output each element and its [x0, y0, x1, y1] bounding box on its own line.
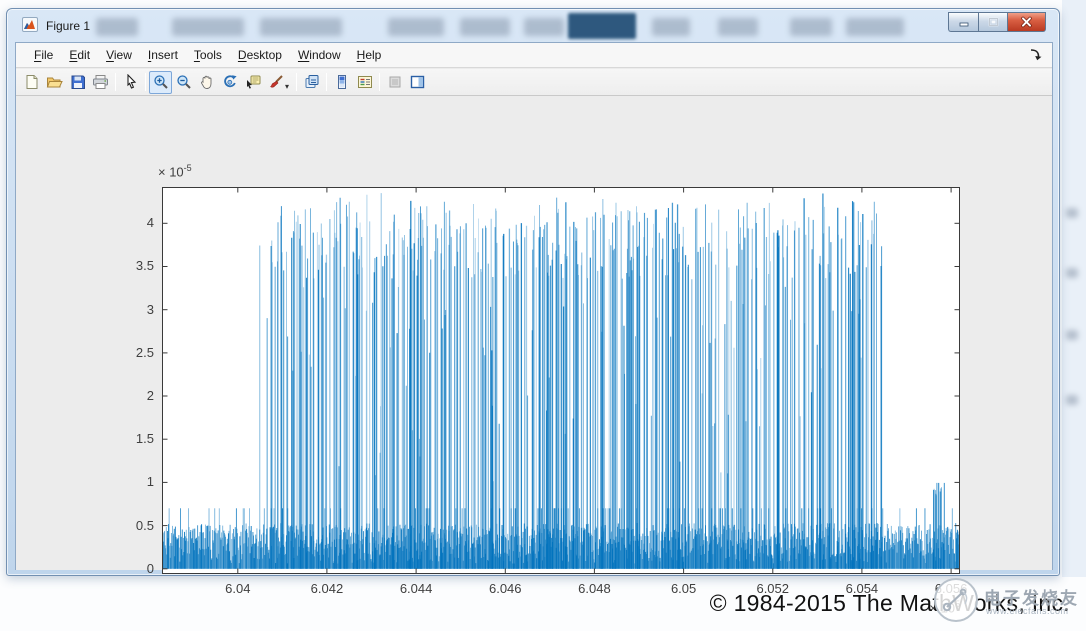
link-plot-button[interactable]: [300, 71, 323, 94]
menu-window[interactable]: Window: [290, 44, 349, 66]
background-artifact: [1066, 268, 1078, 278]
matlab-figure-icon: [22, 17, 38, 32]
menu-insert[interactable]: Insert: [140, 44, 186, 66]
toolbar-separator: [379, 73, 380, 91]
x-tick-label: 6.04: [208, 581, 268, 596]
show-plot-tools-button[interactable]: [406, 71, 429, 94]
blurred-background-tab: [524, 18, 564, 36]
show-plot-tools-icon: [410, 75, 425, 89]
y-tick-label: 1.5: [104, 431, 154, 446]
blurred-background-tab: [172, 18, 244, 36]
menu-file[interactable]: File: [26, 44, 61, 66]
x-tick-label: 6.042: [297, 581, 357, 596]
edit-plot-button[interactable]: [119, 71, 142, 94]
brush-button[interactable]: [264, 71, 287, 94]
figure-client-area: File Edit View Insert Tools Desktop Wind…: [15, 42, 1053, 570]
pan-button[interactable]: [195, 71, 218, 94]
save-figure-button[interactable]: [66, 71, 89, 94]
blurred-background-tab: [388, 18, 444, 36]
new-figure-icon: [24, 74, 40, 90]
x-tick-label: 6.044: [386, 581, 446, 596]
print-button[interactable]: [89, 71, 112, 94]
zoom-out-button[interactable]: [172, 71, 195, 94]
screenshot-stage: Figure 1: [0, 0, 1086, 631]
y-axis-exponent: × 10-5: [158, 163, 192, 179]
desktop-background-strip: [1062, 0, 1086, 577]
brush-dropdown-caret[interactable]: ▾: [285, 82, 289, 91]
window-titlebar[interactable]: Figure 1: [8, 10, 1058, 42]
blurred-background-tab: [718, 18, 758, 36]
blurred-background-tab: [260, 18, 342, 36]
rotate-3d-button[interactable]: [218, 71, 241, 94]
window-title: Figure 1: [46, 19, 90, 33]
blurred-background-tab: [846, 18, 904, 36]
x-tick-label: 6.05: [654, 581, 714, 596]
blurred-background-tab: [652, 18, 690, 36]
window-controls: [948, 12, 1046, 32]
insert-colorbar-icon: [336, 74, 348, 90]
toolbar-separator: [145, 73, 146, 91]
toolbar-separator: [326, 73, 327, 91]
open-file-icon: [46, 74, 63, 90]
zoom-in-button[interactable]: [149, 71, 172, 94]
toolbar-separator: [115, 73, 116, 91]
data-cursor-icon: [245, 74, 261, 90]
y-tick-label: 0: [104, 561, 154, 576]
open-file-button[interactable]: [43, 71, 66, 94]
brush-icon: [268, 74, 284, 90]
link-plot-icon: [304, 74, 320, 90]
figure-canvas: 6.046.0426.0446.0466.0486.056.0526.0546.…: [16, 97, 1052, 570]
mathworks-copyright: © 1984-2015 The MathWorks, Inc.: [710, 590, 1070, 617]
figure-window: Figure 1: [6, 8, 1060, 576]
background-artifact: [1066, 208, 1078, 218]
background-artifact: [1066, 330, 1078, 340]
menu-desktop[interactable]: Desktop: [230, 44, 290, 66]
blurred-background-tab: [96, 18, 138, 36]
hide-plot-tools-button[interactable]: [383, 71, 406, 94]
insert-legend-icon: [357, 74, 373, 90]
data-cursor-button[interactable]: [241, 71, 264, 94]
y-tick-label: 3.5: [104, 258, 154, 273]
toolbar: ▾: [16, 69, 1052, 96]
edit-plot-icon: [124, 74, 138, 90]
y-tick-label: 4: [104, 215, 154, 230]
close-icon: [1020, 16, 1033, 28]
blurred-background-tab: [790, 18, 832, 36]
plot-axes[interactable]: [162, 187, 960, 574]
y-tick-label: 3: [104, 302, 154, 317]
dock-figure-arrow-icon[interactable]: [1028, 47, 1044, 63]
minimize-icon: [958, 16, 970, 28]
close-button[interactable]: [1008, 12, 1046, 32]
restore-button[interactable]: [978, 12, 1008, 32]
blurred-background-active-tab: [568, 13, 636, 39]
menu-help[interactable]: Help: [349, 44, 390, 66]
menu-view[interactable]: View: [98, 44, 140, 66]
zoom-out-icon: [176, 74, 192, 90]
y-tick-label: 2: [104, 388, 154, 403]
zoom-in-icon: [153, 74, 169, 90]
background-artifact: [1066, 395, 1078, 405]
restore-icon: [987, 16, 1000, 28]
minimize-button[interactable]: [948, 12, 978, 32]
y-tick-label: 1: [104, 474, 154, 489]
hide-plot-tools-icon: [388, 75, 402, 89]
insert-colorbar-button[interactable]: [330, 71, 353, 94]
y-tick-label: 2.5: [104, 345, 154, 360]
y-tick-label: 0.5: [104, 518, 154, 533]
x-tick-label: 6.046: [475, 581, 535, 596]
pan-icon: [199, 74, 215, 90]
menu-edit[interactable]: Edit: [61, 44, 98, 66]
toolbar-separator: [296, 73, 297, 91]
blurred-background-tab: [460, 18, 510, 36]
x-tick-label: 6.048: [564, 581, 624, 596]
rotate-3d-icon: [222, 74, 238, 90]
save-figure-icon: [70, 74, 86, 90]
menu-bar: File Edit View Insert Tools Desktop Wind…: [16, 43, 1052, 68]
print-icon: [92, 74, 109, 90]
new-figure-button[interactable]: [20, 71, 43, 94]
signal-plot: [162, 187, 960, 574]
insert-legend-button[interactable]: [353, 71, 376, 94]
menu-tools[interactable]: Tools: [186, 44, 230, 66]
